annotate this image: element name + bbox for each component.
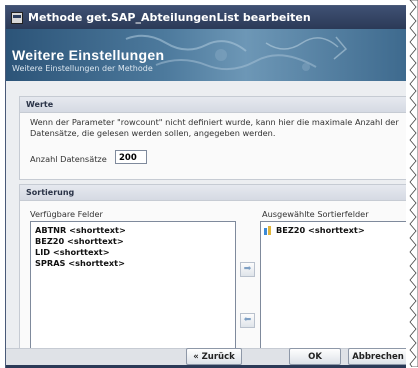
app-icon xyxy=(11,11,23,24)
torn-edge-decoration xyxy=(409,0,418,367)
banner-title: Weitere Einstellungen xyxy=(12,47,165,63)
ok-button[interactable]: OK xyxy=(289,348,341,365)
title-bar[interactable]: Methode get.SAP_AbteilungenList bearbeit… xyxy=(6,6,406,29)
list-item[interactable]: SPRAS <shorttext> xyxy=(31,258,235,269)
available-fields-list[interactable]: ABTNR <shorttext> BEZ20 <shorttext> LID … xyxy=(30,221,236,367)
list-item[interactable]: BEZ20 <shorttext> xyxy=(261,225,406,236)
werte-heading: Werte xyxy=(20,97,406,113)
available-fields-label: Verfügbare Felder xyxy=(30,209,103,219)
selected-item-label: BEZ20 <shorttext> xyxy=(276,225,365,235)
list-item[interactable]: BEZ20 <shorttext> xyxy=(31,236,235,247)
header-banner: Weitere Einstellungen Weitere Einstellun… xyxy=(6,29,406,81)
list-item[interactable]: ABTNR <shorttext> xyxy=(31,225,235,236)
list-item[interactable]: LID <shorttext> xyxy=(31,247,235,258)
move-left-button[interactable]: ⬅ xyxy=(240,313,255,328)
count-label: Anzahl Datensätze xyxy=(30,154,107,164)
werte-group: Werte Wenn der Parameter "rowcount" nich… xyxy=(19,96,406,180)
back-button[interactable]: « Zurück xyxy=(186,348,242,365)
count-input[interactable]: 200 xyxy=(115,150,147,164)
selected-fields-list[interactable]: BEZ20 <shorttext> xyxy=(260,221,406,367)
werte-description: Wenn der Parameter "rowcount" nicht defi… xyxy=(30,117,402,139)
description-line-2: Datensätze, die gelesen werden sollen, a… xyxy=(30,128,276,138)
banner-subtitle: Weitere Einstellungen der Methode xyxy=(12,64,153,73)
cancel-button[interactable]: Abbrechen xyxy=(348,348,406,365)
sort-field-icon xyxy=(264,226,273,235)
sortierung-group: Sortierung Verfügbare Felder ABTNR <shor… xyxy=(19,184,406,368)
selected-fields-label: Ausgewählte Sortierfelder xyxy=(262,209,369,219)
sortierung-heading: Sortierung xyxy=(20,185,406,201)
content-area: Werte Wenn der Parameter "rowcount" nich… xyxy=(6,81,406,368)
arrow-right-icon: ➡ xyxy=(243,264,252,274)
arrow-left-icon: ⬅ xyxy=(243,315,252,325)
move-right-button[interactable]: ➡ xyxy=(240,262,255,277)
description-line-1: Wenn der Parameter "rowcount" nicht defi… xyxy=(30,117,399,127)
window-title: Methode get.SAP_AbteilungenList bearbeit… xyxy=(28,11,311,24)
dialog-window: Methode get.SAP_AbteilungenList bearbeit… xyxy=(5,5,406,368)
